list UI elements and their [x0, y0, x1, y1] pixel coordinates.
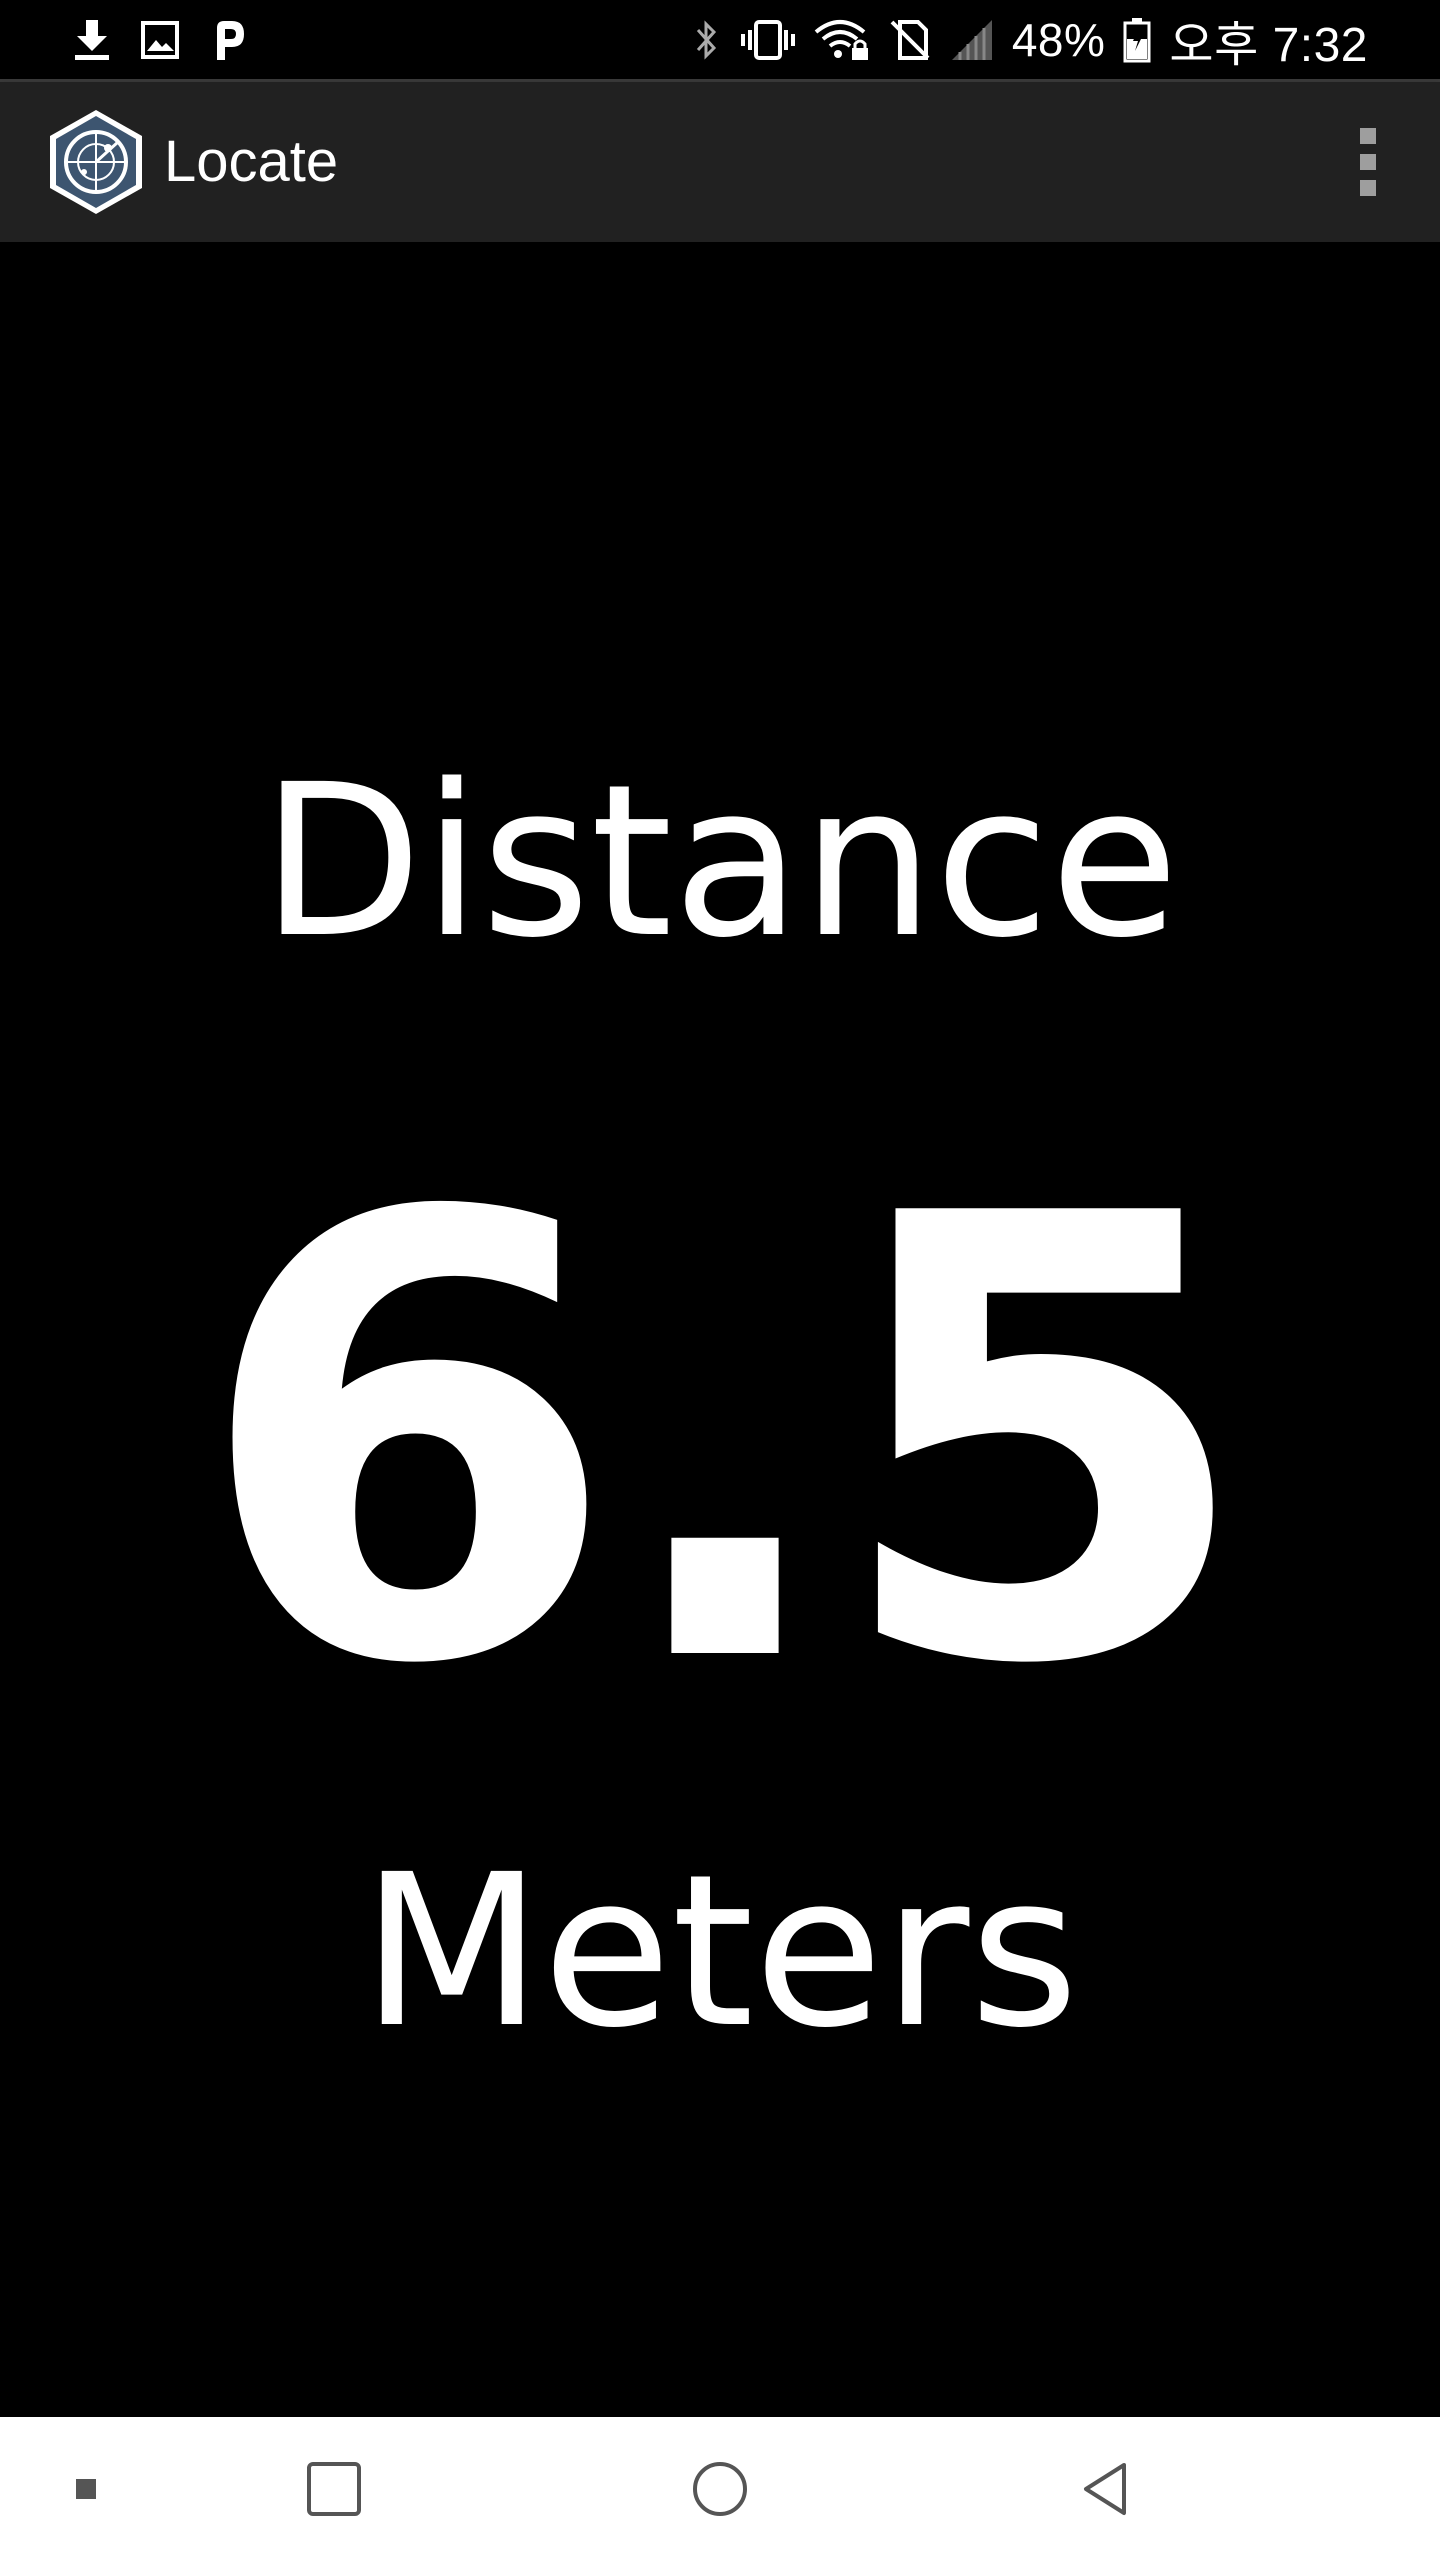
home-button[interactable]	[640, 2417, 800, 2560]
back-button[interactable]	[1026, 2417, 1186, 2560]
back-triangle-icon	[1084, 2462, 1126, 2515]
battery-percent: 48%	[1011, 14, 1106, 66]
recent-dot-button[interactable]	[6, 2417, 166, 2560]
recents-button[interactable]	[254, 2417, 414, 2560]
overflow-menu-dot	[1360, 154, 1376, 170]
no-sim-icon	[888, 18, 932, 62]
bluetooth-icon	[692, 18, 722, 62]
screen: 48% 오후 7:32 Locate Distance 6.5 Meters	[0, 0, 1440, 2560]
vibrate-icon	[740, 18, 796, 62]
distance-value: 6.5	[194, 1087, 1256, 1797]
recents-square-icon	[307, 2461, 361, 2516]
status-bar-system: 48% 오후 7:32	[692, 10, 1368, 72]
distance-heading: Distance	[260, 739, 1180, 984]
overflow-menu-icon	[1360, 128, 1376, 144]
image-icon	[140, 20, 180, 60]
app-title: Locate	[164, 129, 339, 194]
distance-display: Distance 6.5 Meters	[0, 242, 1440, 2417]
navigation-bar	[0, 2417, 1440, 2560]
app-bar: Locate	[0, 82, 1440, 242]
wifi-lock-icon	[814, 18, 870, 62]
p-notification-icon	[208, 18, 248, 62]
signal-icon	[950, 18, 994, 62]
overflow-menu-button[interactable]	[1332, 112, 1404, 212]
battery-icon	[1123, 17, 1151, 63]
download-icon	[72, 18, 112, 62]
home-circle-icon	[693, 2461, 747, 2516]
distance-unit: Meters	[361, 1829, 1079, 2074]
recent-dot-icon	[76, 2478, 96, 2499]
radar-hexagon-icon	[46, 108, 146, 216]
status-bar-notifications	[72, 14, 248, 66]
overflow-menu-dot	[1360, 180, 1376, 196]
clock: 오후 7:32	[1169, 19, 1368, 72]
status-bar: 48% 오후 7:32	[0, 0, 1440, 82]
